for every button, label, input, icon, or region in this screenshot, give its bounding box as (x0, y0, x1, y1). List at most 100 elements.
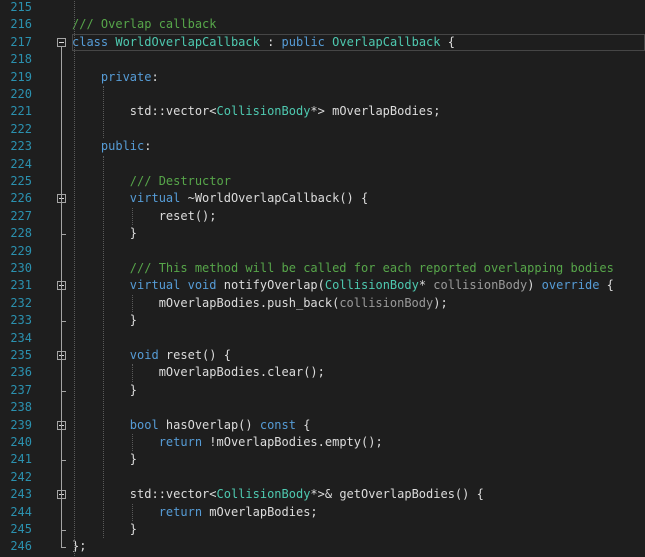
code-line[interactable]: 228 } (0, 225, 645, 242)
indent-guide-level-3 (132, 364, 133, 382)
code-token: mOverlapBodies.clear(); (72, 365, 325, 380)
code-token: { (295, 417, 311, 432)
destructor-fold-line (61, 203, 62, 235)
code-text[interactable]: /// Overlap callback (72, 16, 217, 33)
code-line[interactable]: 229 (0, 243, 645, 260)
notify-overlap-fold-line (61, 290, 62, 322)
code-token: : (151, 69, 159, 84)
code-text[interactable]: } (72, 225, 137, 242)
line-number: 233 (10, 313, 32, 328)
code-line[interactable]: 235 void reset() { (0, 347, 645, 364)
code-text[interactable]: mOverlapBodies.clear(); (72, 364, 325, 381)
reset-fold-end (61, 390, 66, 392)
code-line[interactable]: 239 bool hasOverlap() const { (0, 417, 645, 434)
code-line[interactable]: 240 return !mOverlapBodies.empty(); (0, 434, 645, 451)
code-token: } (72, 452, 138, 467)
code-token: } (72, 522, 138, 536)
code-text[interactable]: } (72, 451, 137, 468)
collapse-minus-icon[interactable] (57, 37, 66, 47)
comment-token: /// Destructor (129, 174, 231, 188)
line-number: 237 (10, 382, 32, 397)
code-line[interactable]: 241 } (0, 451, 645, 468)
code-line[interactable]: 221 std::vector<CollisionBody*> mOverlap… (0, 103, 645, 120)
line-number: 246 (10, 539, 32, 554)
code-line[interactable]: 225 /// Destructor (0, 173, 645, 190)
code-line[interactable]: 232 mOverlapBodies.push_back(collisionBo… (0, 295, 645, 312)
line-number: 239 (10, 417, 32, 432)
code-line[interactable]: 246}; (0, 538, 645, 555)
code-line[interactable]: 222 (0, 121, 645, 138)
code-text[interactable]: bool hasOverlap() const { (72, 417, 311, 434)
line-number: 226 (10, 191, 32, 206)
line-number: 222 (10, 121, 32, 136)
code-token: * (418, 278, 434, 293)
line-number: 219 (10, 69, 32, 84)
code-text[interactable]: class WorldOverlapCallback : public Over… (72, 33, 645, 52)
code-line[interactable]: 242 (0, 469, 645, 486)
code-token: mOverlapBodies.push_back( (72, 295, 340, 310)
code-text[interactable]: std::vector<CollisionBody*> mOverlapBodi… (72, 103, 441, 120)
code-line[interactable]: 231 virtual void notifyOverlap(Collision… (0, 277, 645, 294)
code-line[interactable]: 233 } (0, 312, 645, 329)
code-line[interactable]: 244 return mOverlapBodies; (0, 504, 645, 521)
code-line[interactable]: 236 mOverlapBodies.clear(); (0, 364, 645, 381)
code-text[interactable]: /// Destructor (72, 173, 231, 190)
code-line[interactable]: 223 public: (0, 138, 645, 155)
code-text[interactable]: return mOverlapBodies; (72, 504, 318, 521)
code-line[interactable]: 218 (0, 51, 645, 68)
line-number: 240 (10, 435, 32, 449)
has-overlap-fold-line (61, 429, 62, 461)
code-token: std::vector< (72, 104, 217, 119)
code-line[interactable]: 230 /// This method will be called for e… (0, 260, 645, 277)
code-line[interactable]: 216 /// Overlap callback (0, 16, 645, 33)
keyword-token: return (158, 504, 203, 519)
code-text[interactable]: private: (72, 69, 159, 86)
code-text[interactable]: } (72, 382, 137, 399)
code-text[interactable]: } (72, 521, 137, 538)
code-text[interactable]: /// This method will be called for each … (72, 260, 614, 277)
indent-guide-level-3 (132, 434, 133, 452)
code-line[interactable]: 219 private: (0, 69, 645, 86)
code-line[interactable]: 237 } (0, 382, 645, 399)
code-line[interactable]: 224 (0, 156, 645, 173)
keyword-token: private (100, 69, 152, 84)
keyword-token: void (129, 348, 159, 362)
code-token: *>& getOverlapBodies() { (310, 487, 484, 502)
code-text[interactable]: reset(); (72, 208, 217, 225)
code-text[interactable]: } (72, 312, 137, 329)
keyword-token: void (187, 278, 217, 293)
code-token: ) (527, 278, 542, 293)
code-line[interactable]: 234 (0, 330, 645, 347)
code-line[interactable]: 227 reset(); (0, 208, 645, 225)
code-text[interactable]: public: (72, 138, 152, 155)
code-text[interactable]: mOverlapBodies.push_back(collisionBody); (72, 295, 448, 312)
code-line[interactable]: 226 virtual ~WorldOverlapCallback() { (0, 190, 645, 207)
code-token: reset() { (158, 348, 231, 362)
line-number: 238 (10, 400, 32, 415)
notify-overlap-fold-end (61, 321, 66, 323)
type-token: CollisionBody (324, 278, 419, 293)
code-line[interactable]: 238 (0, 399, 645, 416)
code-line[interactable]: 220 (0, 86, 645, 103)
line-number: 236 (10, 365, 32, 380)
code-token: ~WorldOverlapCallback() { (180, 191, 369, 206)
code-editor[interactable]: 215 216 /// Overlap callback 217 class World… (0, 0, 645, 557)
code-text[interactable]: virtual ~WorldOverlapCallback() { (72, 190, 368, 207)
code-text[interactable]: return !mOverlapBodies.empty(); (72, 434, 383, 451)
code-line[interactable]: 245 } (0, 521, 645, 538)
code-token: mOverlapBodies; (202, 504, 318, 519)
code-token: { (599, 278, 614, 293)
code-line[interactable]: 215 (0, 0, 645, 16)
code-text[interactable]: std::vector<CollisionBody*>& getOverlapB… (72, 486, 484, 503)
code-text[interactable]: virtual void notifyOverlap(CollisionBody… (72, 277, 614, 294)
line-number: 232 (10, 295, 32, 310)
code-line[interactable]: 243 std::vector<CollisionBody*>& getOver… (0, 486, 645, 503)
code-line[interactable]: 217 class WorldOverlapCallback : public O… (0, 33, 645, 52)
keyword-token: class (72, 34, 109, 49)
destructor-fold-end (61, 234, 66, 236)
code-text[interactable]: void reset() { (72, 347, 231, 364)
